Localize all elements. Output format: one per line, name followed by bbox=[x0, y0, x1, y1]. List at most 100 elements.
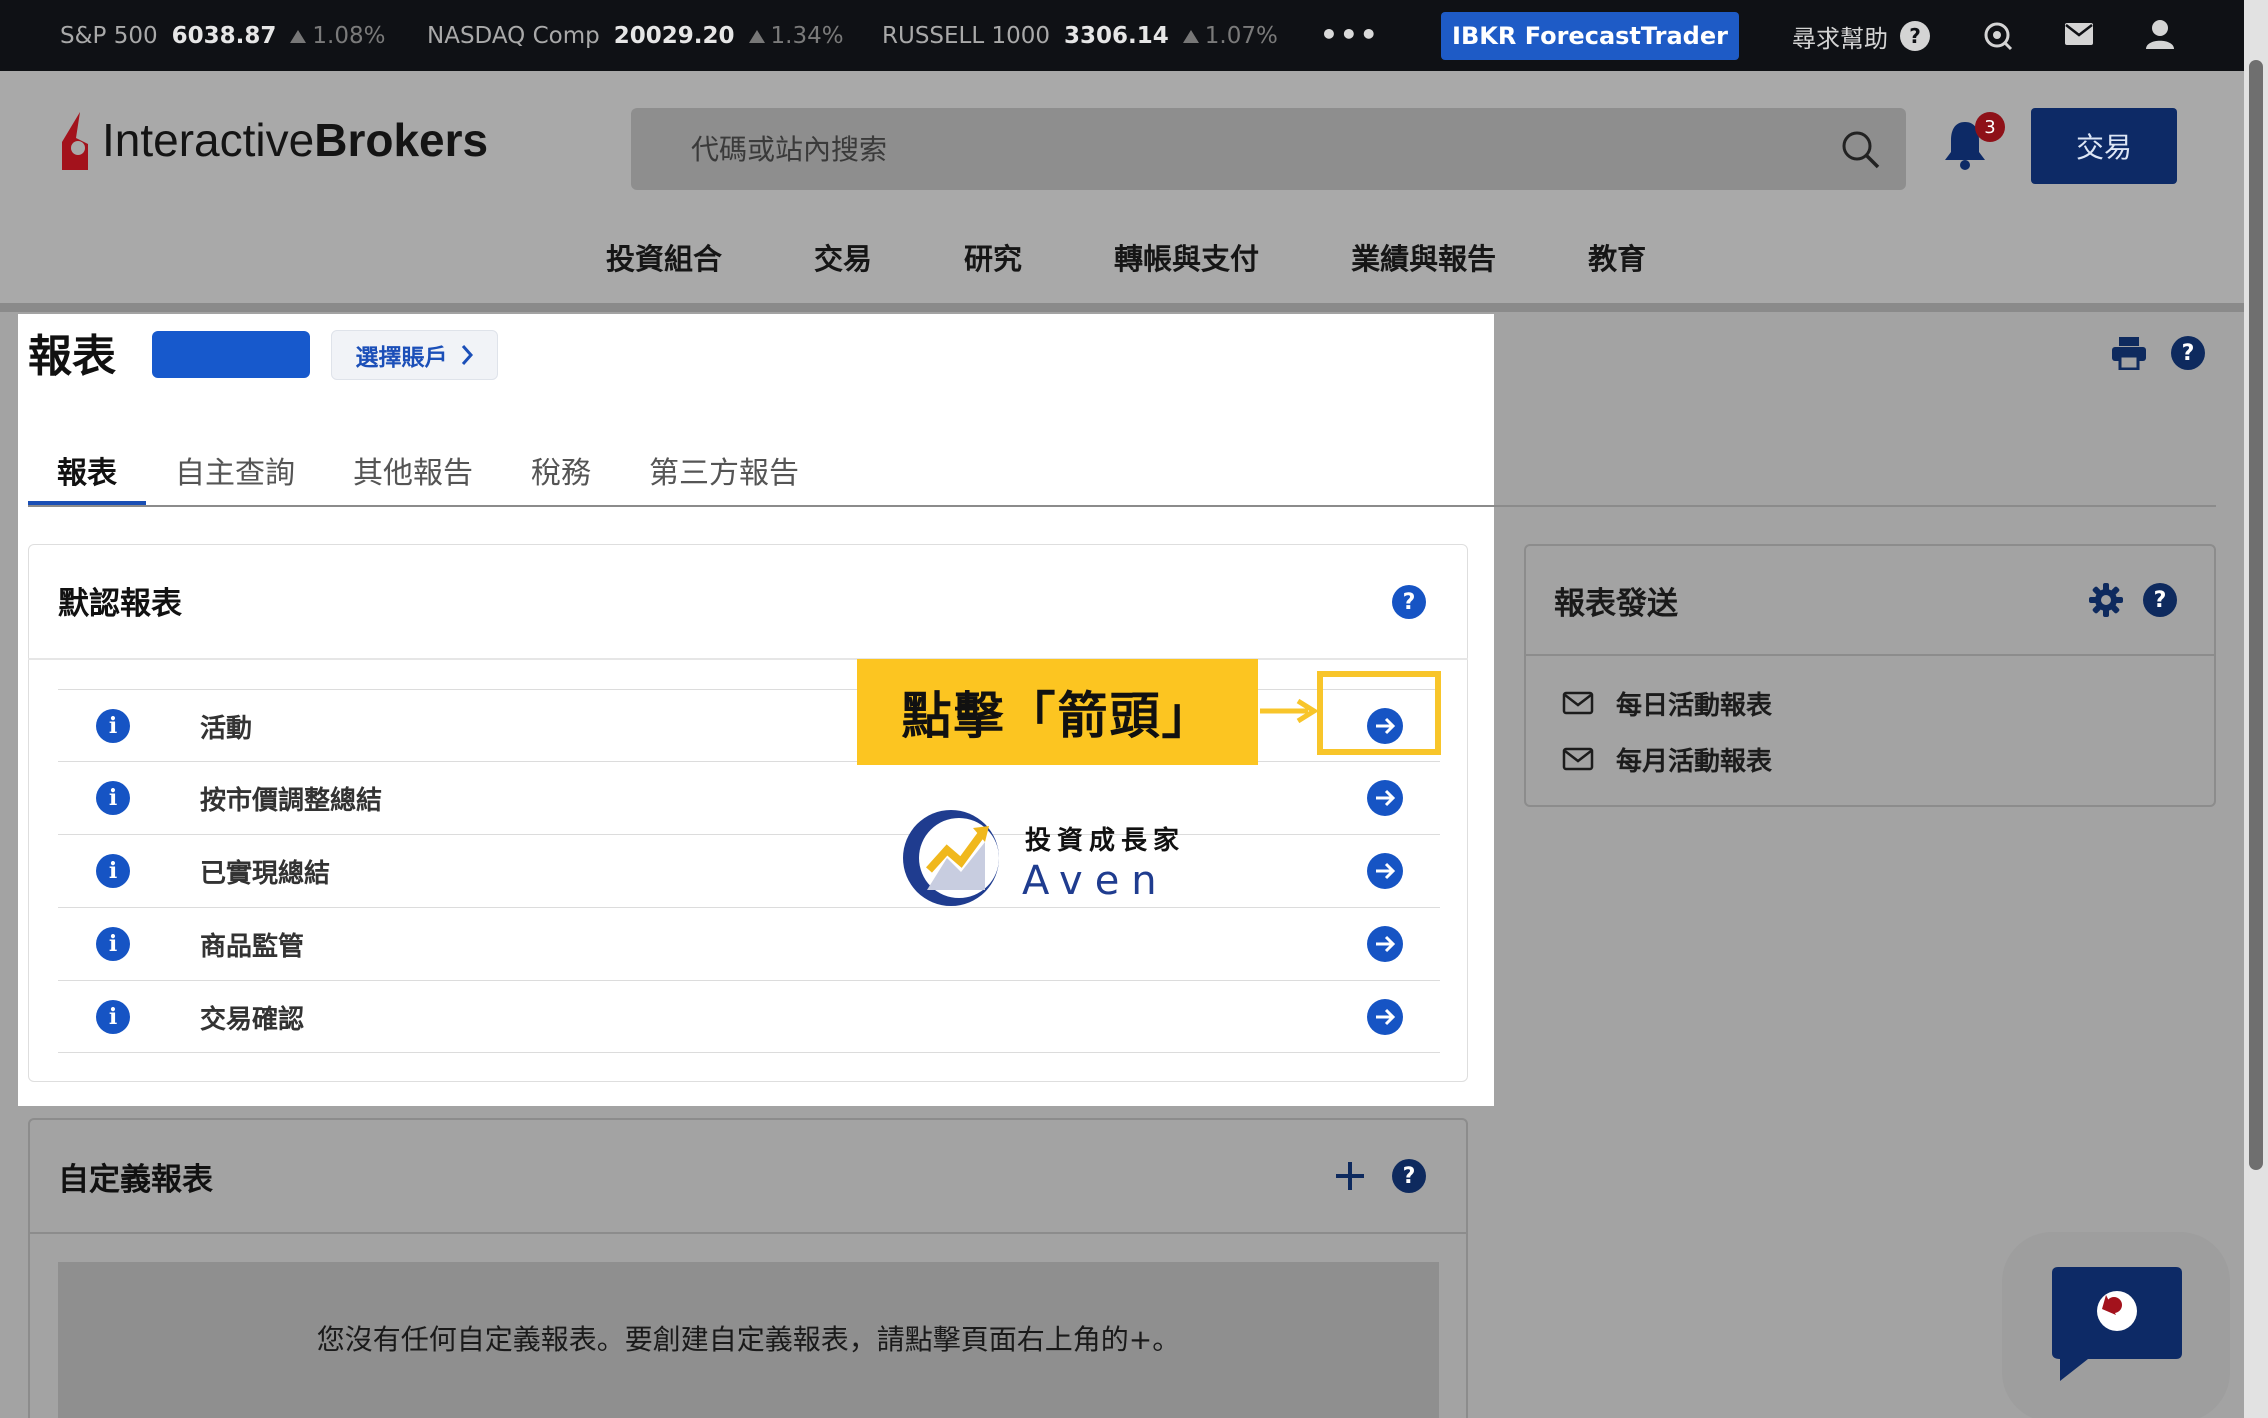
custom-statements-title: 自定義報表 bbox=[58, 1162, 213, 1198]
arrow-right-icon[interactable] bbox=[1367, 926, 1403, 962]
tab-other-reports[interactable]: 其他報告 bbox=[324, 448, 502, 506]
ticker-name: RUSSELL 1000 bbox=[882, 22, 1051, 49]
user-account-icon[interactable] bbox=[2144, 18, 2176, 50]
print-icon[interactable] bbox=[2111, 336, 2147, 370]
search-box bbox=[631, 108, 1906, 190]
notification-count-badge: 3 bbox=[1975, 112, 2005, 142]
ticker-change-value: 1.08% bbox=[312, 22, 386, 49]
delivery-item-label: 每日活動報表 bbox=[1616, 690, 1773, 721]
logo-text-bold: Brokers bbox=[314, 114, 489, 166]
ticker-change: 1.34% bbox=[748, 23, 844, 49]
card-divider bbox=[1524, 654, 2216, 656]
statement-row-trade-confirmation: i 交易確認 bbox=[58, 980, 1440, 1052]
chevron-right-icon bbox=[461, 345, 473, 365]
more-tickers-button[interactable]: ••• bbox=[1320, 18, 1380, 51]
default-statements-help-icon[interactable]: ? bbox=[1392, 585, 1426, 619]
logo-text-regular: Interactive bbox=[102, 114, 315, 166]
search-input[interactable] bbox=[631, 108, 1906, 190]
nav-item-research[interactable]: 研究 bbox=[918, 236, 1068, 288]
custom-statements-help-icon[interactable]: ? bbox=[1392, 1159, 1426, 1193]
statement-label: 活動 bbox=[200, 714, 253, 744]
card-divider bbox=[28, 1232, 1468, 1234]
ticker-name: NASDAQ Comp bbox=[427, 22, 600, 49]
arrow-highlight-box bbox=[1317, 671, 1441, 755]
delivery-item-daily[interactable]: 每日活動報表 bbox=[1562, 683, 1772, 723]
arrow-right-icon[interactable] bbox=[1367, 853, 1403, 889]
account-id-pill[interactable] bbox=[152, 331, 310, 378]
ib-flame-logo-icon bbox=[62, 112, 88, 170]
mail-icon[interactable] bbox=[2064, 22, 2094, 46]
info-icon[interactable]: i bbox=[96, 854, 130, 888]
ticker-item-sp500[interactable]: S&P 500 6038.87 1.08% bbox=[60, 0, 385, 71]
scrollbar-thumb[interactable] bbox=[2249, 60, 2263, 1170]
pointer-arrow-icon bbox=[1260, 698, 1318, 724]
gear-icon[interactable] bbox=[2088, 582, 2124, 618]
statement-label: 已實現總結 bbox=[200, 859, 331, 889]
help-link[interactable]: 尋求幫助 ? bbox=[1792, 16, 1930, 56]
tab-third-party-reports[interactable]: 第三方報告 bbox=[620, 448, 828, 506]
empty-state-text: 您沒有任何自定義報表。要創建自定義報表，請點擊頁面右上角的+。 bbox=[316, 1323, 1181, 1356]
up-triangle-icon bbox=[290, 29, 307, 43]
delivery-item-monthly[interactable]: 每月活動報表 bbox=[1562, 739, 1772, 779]
statement-row-commodity-regulatory: i 商品監管 bbox=[58, 907, 1440, 979]
forecast-trader-button[interactable]: IBKR ForecastTrader bbox=[1441, 12, 1739, 60]
info-icon[interactable]: i bbox=[96, 781, 130, 815]
ticker-change: 1.07% bbox=[1182, 22, 1278, 49]
up-triangle-icon bbox=[748, 29, 765, 43]
interactive-brokers-logo[interactable]: InteractiveBrokers bbox=[58, 105, 488, 175]
arrow-right-icon[interactable] bbox=[1367, 999, 1403, 1035]
chat-support-icon[interactable] bbox=[1982, 20, 2014, 52]
statement-label: 按市價調整總結 bbox=[200, 786, 383, 816]
up-triangle-icon bbox=[1182, 29, 1199, 43]
ticker-item-russell[interactable]: RUSSELL 1000 3306.14 1.07% bbox=[882, 0, 1278, 71]
nav-item-education[interactable]: 教育 bbox=[1542, 236, 1692, 288]
arrow-right-icon[interactable] bbox=[1367, 780, 1403, 816]
logo-wordmark: InteractiveBrokers bbox=[102, 113, 488, 167]
row-divider bbox=[58, 1052, 1440, 1053]
envelope-icon bbox=[1562, 747, 1594, 771]
report-delivery-title: 報表發送 bbox=[1554, 586, 1678, 622]
watermark-text-chinese: 投資成長家 bbox=[1025, 826, 1186, 856]
default-statements-title: 默認報表 bbox=[58, 586, 182, 622]
ticker-item-nasdaq[interactable]: NASDAQ Comp 20029.20 1.34% bbox=[427, 0, 844, 71]
info-icon[interactable]: i bbox=[96, 927, 130, 961]
tabs-divider bbox=[28, 505, 2216, 507]
question-icon: ? bbox=[1900, 21, 1930, 51]
statement-label: 交易確認 bbox=[200, 1005, 305, 1035]
instruction-callout: 點擊「箭頭」 bbox=[857, 659, 1258, 765]
report-tabs: 報表 自主查詢 其他報告 稅務 第三方報告 bbox=[28, 448, 828, 506]
add-plus-icon[interactable] bbox=[1334, 1160, 1366, 1192]
select-account-button[interactable]: 選擇賬戶 bbox=[331, 330, 498, 380]
report-delivery-help-icon[interactable]: ? bbox=[2143, 583, 2177, 617]
watermark-logo-icon bbox=[903, 810, 999, 906]
envelope-icon bbox=[1562, 691, 1594, 715]
page-title: 報表 bbox=[28, 331, 116, 382]
ticker-change: 1.08% bbox=[290, 23, 385, 49]
ticker-value: 6038.87 bbox=[171, 22, 277, 49]
nav-item-performance-reports[interactable]: 業績與報告 bbox=[1305, 236, 1542, 288]
info-icon[interactable]: i bbox=[96, 1000, 130, 1034]
nav-item-trade[interactable]: 交易 bbox=[768, 236, 918, 288]
statement-row-realized-summary: i 已實現總結 bbox=[58, 834, 1440, 906]
help-label: 尋求幫助 bbox=[1792, 24, 1888, 53]
nav-item-transfer-pay[interactable]: 轉帳與支付 bbox=[1068, 236, 1305, 288]
tab-tax[interactable]: 稅務 bbox=[502, 448, 620, 506]
ticker-change-value: 1.07% bbox=[1204, 22, 1278, 49]
delivery-item-label: 每月活動報表 bbox=[1616, 746, 1773, 777]
info-icon[interactable]: i bbox=[96, 709, 130, 743]
ticker-value: 20029.20 bbox=[613, 22, 735, 49]
chat-launcher-icon[interactable] bbox=[2050, 1265, 2184, 1383]
nav-divider bbox=[0, 303, 2244, 312]
search-icon[interactable] bbox=[1841, 130, 1881, 170]
trade-button[interactable]: 交易 bbox=[2031, 108, 2177, 184]
statement-row-mtm-summary: i 按市價調整總結 bbox=[58, 761, 1440, 833]
ticker-value: 3306.14 bbox=[1064, 22, 1169, 49]
watermark-text-aven: Aven bbox=[1022, 858, 1169, 904]
tab-statements[interactable]: 報表 bbox=[28, 448, 146, 506]
tab-flex-queries[interactable]: 自主查詢 bbox=[146, 448, 324, 506]
select-account-label: 選擇賬戶 bbox=[355, 345, 448, 371]
nav-item-portfolio[interactable]: 投資組合 bbox=[560, 236, 768, 288]
main-nav: 投資組合 交易 研究 轉帳與支付 業績與報告 教育 bbox=[560, 236, 1692, 288]
ticker-name: S&P 500 bbox=[60, 22, 158, 49]
page-help-icon[interactable]: ? bbox=[2171, 336, 2205, 370]
